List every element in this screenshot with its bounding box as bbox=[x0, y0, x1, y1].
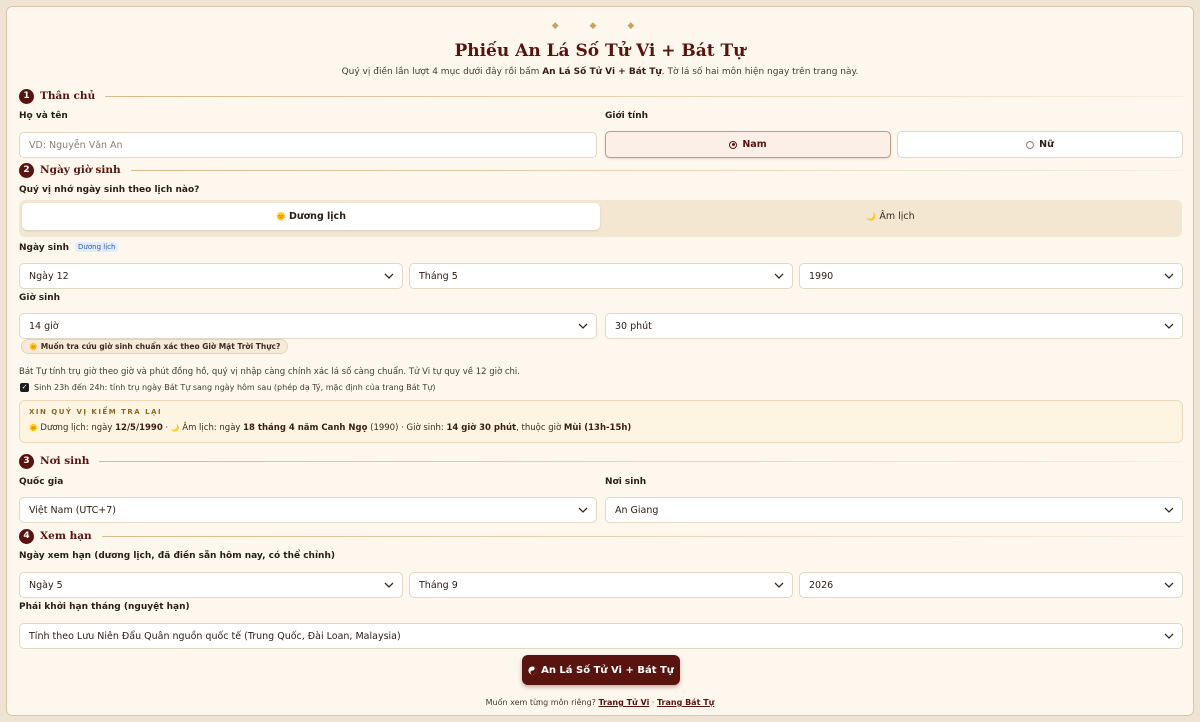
birth-year-value: 1990 bbox=[809, 270, 834, 282]
radio-selected-icon bbox=[729, 140, 738, 149]
birth-minute-select[interactable]: 30 phút bbox=[605, 313, 1183, 339]
section-divider bbox=[99, 460, 1183, 462]
confirmation-box: XIN QUÝ VỊ KIỂM TRA LẠI 🌞 Dương lịch: ng… bbox=[19, 400, 1183, 443]
gender-male-option[interactable]: Nam bbox=[605, 131, 891, 158]
radio-unselected-icon bbox=[1026, 140, 1035, 149]
forecast-month-value: Tháng 9 bbox=[419, 579, 458, 591]
moon-icon: 🌙 bbox=[170, 424, 180, 432]
yin-yang-icon bbox=[528, 665, 537, 675]
page-title: Phiếu An Lá Số Tử Vi + Bát Tự bbox=[454, 41, 746, 61]
birth-time-label: Giờ sinh bbox=[19, 293, 61, 303]
chevron-down-icon bbox=[384, 273, 394, 279]
late-night-checkbox-label: Sinh 23h đến 24h: tính trụ ngày Bát Tự s… bbox=[34, 383, 436, 392]
link-tu-vi-page[interactable]: Trang Tử Vi bbox=[598, 698, 649, 707]
link-bat-tu-page[interactable]: Trang Bát Tự bbox=[657, 698, 714, 707]
gender-label: Giới tính bbox=[605, 111, 649, 121]
calendar-type-badge: Dương lịch bbox=[75, 242, 119, 252]
country-label: Quốc gia bbox=[19, 477, 64, 487]
section-title: Ngày giờ sinh bbox=[40, 164, 121, 176]
sun-icon: 🌞 bbox=[29, 424, 38, 432]
gender-female-option[interactable]: Nữ bbox=[897, 131, 1183, 158]
gender-female-label: Nữ bbox=[1039, 139, 1054, 150]
chevron-down-icon bbox=[1164, 507, 1174, 513]
full-name-input[interactable]: VD: Nguyễn Văn An bbox=[19, 132, 597, 158]
country-value: Việt Nam (UTC+7) bbox=[29, 504, 116, 516]
page-subtitle: Quý vị điền lần lượt 4 mục dưới đây rồi … bbox=[341, 67, 859, 77]
dob-label: Ngày sinh Dương lịch bbox=[19, 242, 119, 253]
birth-year-select[interactable]: 1990 bbox=[799, 263, 1183, 289]
birthplace-value: An Giang bbox=[615, 504, 659, 516]
section-header-client: 1 Thân chủ bbox=[19, 88, 1183, 104]
ornament: ◆ ◆ ◆ bbox=[551, 21, 649, 31]
footer: Muốn xem từng môn riêng? Trang Tử Vi · T… bbox=[485, 698, 715, 707]
birth-hour-value: 14 giờ bbox=[29, 320, 59, 332]
birth-hour-select[interactable]: 14 giờ bbox=[19, 313, 597, 339]
monthly-school-select[interactable]: Tính theo Lưu Niên Đẩu Quân nguồn quốc t… bbox=[19, 623, 1183, 649]
chevron-down-icon bbox=[774, 273, 784, 279]
footer-prefix: Muốn xem từng môn riêng? bbox=[485, 698, 599, 707]
sun-icon: 🌞 bbox=[29, 342, 38, 351]
calendar-lunar-label: Âm lịch bbox=[879, 211, 915, 222]
gender-male-label: Nam bbox=[742, 139, 767, 150]
chevron-down-icon bbox=[578, 323, 588, 329]
monthly-school-label: Phái khởi hạn tháng (nguyệt hạn) bbox=[19, 602, 190, 612]
submit-button[interactable]: An Lá Số Tử Vi + Bát Tự bbox=[522, 655, 680, 685]
forecast-year-value: 2026 bbox=[809, 579, 834, 591]
birth-day-select[interactable]: Ngày 12 bbox=[19, 263, 403, 289]
forecast-day-value: Ngày 5 bbox=[29, 579, 63, 591]
section-number: 3 bbox=[19, 453, 34, 469]
section-divider bbox=[101, 535, 1183, 537]
submit-label: An Lá Số Tử Vi + Bát Tự bbox=[541, 664, 674, 676]
chevron-down-icon bbox=[1164, 273, 1174, 279]
chevron-down-icon bbox=[384, 582, 394, 588]
birthplace-label: Nơi sinh bbox=[605, 477, 647, 487]
section-title: Nơi sinh bbox=[40, 455, 90, 467]
calendar-lunar-option[interactable]: 🌙 Âm lịch bbox=[602, 203, 1179, 230]
birth-minute-value: 30 phút bbox=[615, 320, 652, 332]
section-divider bbox=[130, 169, 1183, 171]
moon-icon: 🌙 bbox=[866, 212, 877, 221]
name-label: Họ và tên bbox=[19, 111, 68, 121]
confirmation-summary: 🌞 Dương lịch: ngày 12/5/1990 · 🌙 Âm lịch… bbox=[29, 423, 632, 433]
section-title: Xem hạn bbox=[40, 530, 92, 542]
section-number: 2 bbox=[19, 162, 34, 178]
calendar-question: Quý vị nhớ ngày sinh theo lịch nào? bbox=[19, 185, 200, 195]
country-select[interactable]: Việt Nam (UTC+7) bbox=[19, 497, 597, 523]
forecast-day-select[interactable]: Ngày 5 bbox=[19, 572, 403, 598]
birth-month-select[interactable]: Tháng 5 bbox=[409, 263, 793, 289]
forecast-month-select[interactable]: Tháng 9 bbox=[409, 572, 793, 598]
chevron-down-icon bbox=[578, 507, 588, 513]
section-number: 4 bbox=[19, 528, 34, 544]
true-solar-time-label: Muốn tra cứu giờ sinh chuẩn xác theo Giờ… bbox=[40, 342, 281, 351]
section-number: 1 bbox=[19, 88, 34, 104]
late-night-checkbox[interactable]: ✓ bbox=[20, 383, 29, 392]
chevron-down-icon bbox=[1164, 582, 1174, 588]
section-header-birthplace: 3 Nơi sinh bbox=[19, 453, 1183, 469]
calendar-toggle: 🌞 Dương lịch 🌙 Âm lịch bbox=[19, 200, 1182, 237]
section-header-birth: 2 Ngày giờ sinh bbox=[19, 162, 1183, 178]
calendar-solar-label: Dương lịch bbox=[289, 211, 346, 222]
calendar-solar-option[interactable]: 🌞 Dương lịch bbox=[22, 203, 600, 230]
chevron-down-icon bbox=[774, 582, 784, 588]
forecast-date-label: Ngày xem hạn (dương lịch, đã điền sẵn hô… bbox=[19, 551, 335, 561]
monthly-school-value: Tính theo Lưu Niên Đẩu Quân nguồn quốc t… bbox=[29, 630, 401, 642]
forecast-year-select[interactable]: 2026 bbox=[799, 572, 1183, 598]
chevron-down-icon bbox=[1164, 323, 1174, 329]
section-title: Thân chủ bbox=[40, 90, 96, 102]
section-header-forecast: 4 Xem hạn bbox=[19, 528, 1183, 544]
birth-day-value: Ngày 12 bbox=[29, 270, 69, 282]
birthplace-select[interactable]: An Giang bbox=[605, 497, 1183, 523]
form-card: ◆ ◆ ◆ Phiếu An Lá Số Tử Vi + Bát Tự Quý … bbox=[6, 6, 1194, 716]
chevron-down-icon bbox=[1164, 633, 1174, 639]
confirmation-heading: XIN QUÝ VỊ KIỂM TRA LẠI bbox=[29, 408, 163, 416]
true-solar-time-button[interactable]: 🌞 Muốn tra cứu giờ sinh chuẩn xác theo G… bbox=[21, 339, 289, 354]
birth-month-value: Tháng 5 bbox=[419, 270, 458, 282]
sun-icon: 🌞 bbox=[276, 212, 286, 221]
time-precision-note: Bát Tự tính trụ giờ theo giờ và phút đồn… bbox=[19, 367, 520, 377]
section-divider bbox=[105, 95, 1183, 97]
